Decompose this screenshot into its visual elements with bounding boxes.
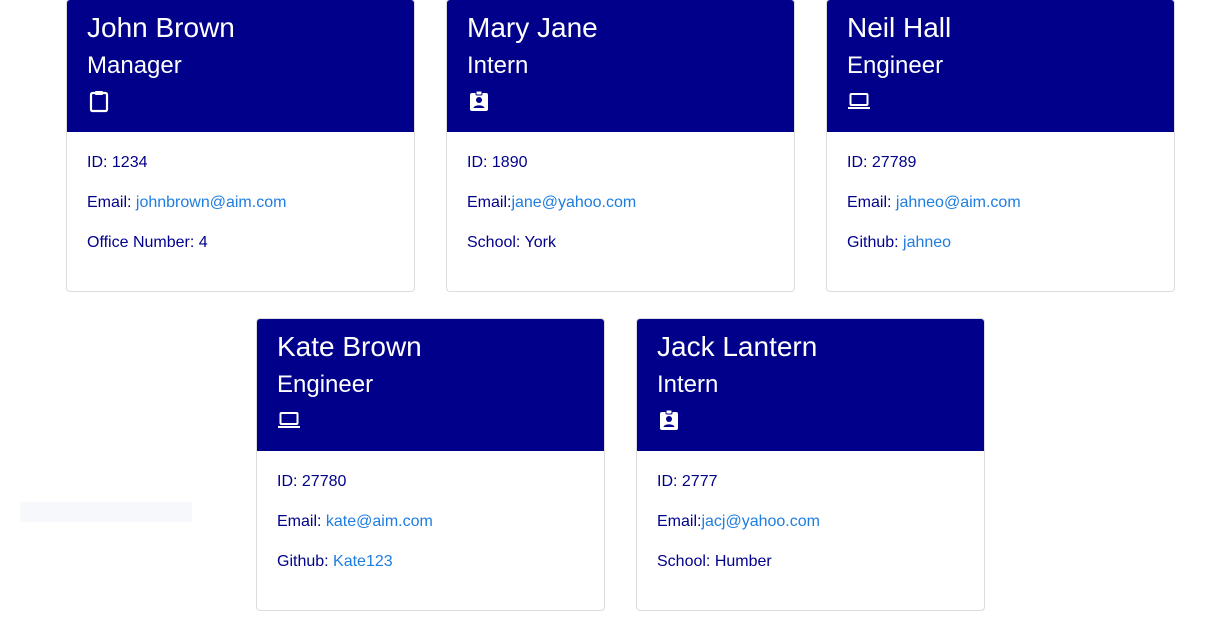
email-link[interactable]: kate@aim.com [326,513,433,530]
employee-id: ID: 27789 [847,154,917,171]
employee-name: Kate Brown [277,331,422,362]
card-body: ID: 1890 Email:jane@yahoo.com School: Yo… [447,132,794,272]
employee-id: ID: 1234 [87,154,148,171]
employee-id: ID: 1890 [467,154,528,171]
email-link[interactable]: jahneo@aim.com [896,194,1021,211]
email-label: Email: [657,513,702,530]
employee-role: Engineer [847,52,944,79]
faint-overlay [20,502,192,522]
card-header: Mary Jane Intern [447,0,794,132]
card-header: Neil Hall Engineer [827,0,1174,132]
github-label: Github: [277,553,334,570]
email-label: Email: [847,194,896,211]
employee-name: Mary Jane [467,12,598,43]
id-badge-icon [660,409,678,430]
card-header: John Brown Manager [67,0,414,132]
employee-card: Jack Lantern Intern ID: 2777 Email:jacj@… [636,318,985,611]
employee-name: Jack Lantern [657,331,818,362]
id-badge-icon [470,90,488,111]
employee-email-row: Email:jacj@yahoo.com [657,511,964,551]
employee-school: School: York [467,234,556,251]
employee-email-row: Email: johnbrown@aim.com [87,192,394,232]
github-link[interactable]: jahneo [903,234,951,251]
email-label: Email: [467,194,512,211]
laptop-icon [278,412,300,428]
laptop-icon [848,93,870,109]
clipboard-icon [89,91,109,113]
employee-role: Manager [87,52,182,79]
employee-github-row: Github: Kate123 [277,551,584,591]
employee-name: Neil Hall [847,12,952,43]
card-header: Jack Lantern Intern [637,319,984,451]
card-body: ID: 2777 Email:jacj@yahoo.com School: Hu… [637,451,984,591]
employee-card: Neil Hall Engineer ID: 27789 Email: jahn… [826,0,1175,292]
employee-email-row: Email: kate@aim.com [277,511,584,551]
employee-name: John Brown [87,12,235,43]
employee-role: Engineer [277,371,374,398]
employee-school: School: Humber [657,553,772,570]
email-link[interactable]: jane@yahoo.com [511,194,636,211]
employee-card: Mary Jane Intern ID: 1890 Email:jane@yah… [446,0,795,292]
email-label: Email: [277,513,326,530]
employee-role: Intern [467,52,529,79]
card-body: ID: 27789 Email: jahneo@aim.com Github: … [827,132,1174,272]
employee-email-row: Email:jane@yahoo.com [467,192,774,232]
employee-role: Intern [657,371,719,398]
employee-github-row: Github: jahneo [847,232,1154,272]
employee-card: Kate Brown Engineer ID: 27780 Email: kat… [256,318,605,611]
employee-office-number: Office Number: 4 [87,234,208,251]
card-body: ID: 27780 Email: kate@aim.com Github: Ka… [257,451,604,591]
employee-id: ID: 27780 [277,473,347,490]
employee-id: ID: 2777 [657,473,718,490]
email-link[interactable]: jacj@yahoo.com [701,513,820,530]
email-link[interactable]: johnbrown@aim.com [136,194,287,211]
github-link[interactable]: Kate123 [333,553,393,570]
employee-email-row: Email: jahneo@aim.com [847,192,1154,232]
employee-card: John Brown Manager ID: 1234 Email: johnb… [66,0,415,292]
github-label: Github: [847,234,904,251]
email-label: Email: [87,194,136,211]
card-header: Kate Brown Engineer [257,319,604,451]
card-body: ID: 1234 Email: johnbrown@aim.com Office… [67,132,414,272]
